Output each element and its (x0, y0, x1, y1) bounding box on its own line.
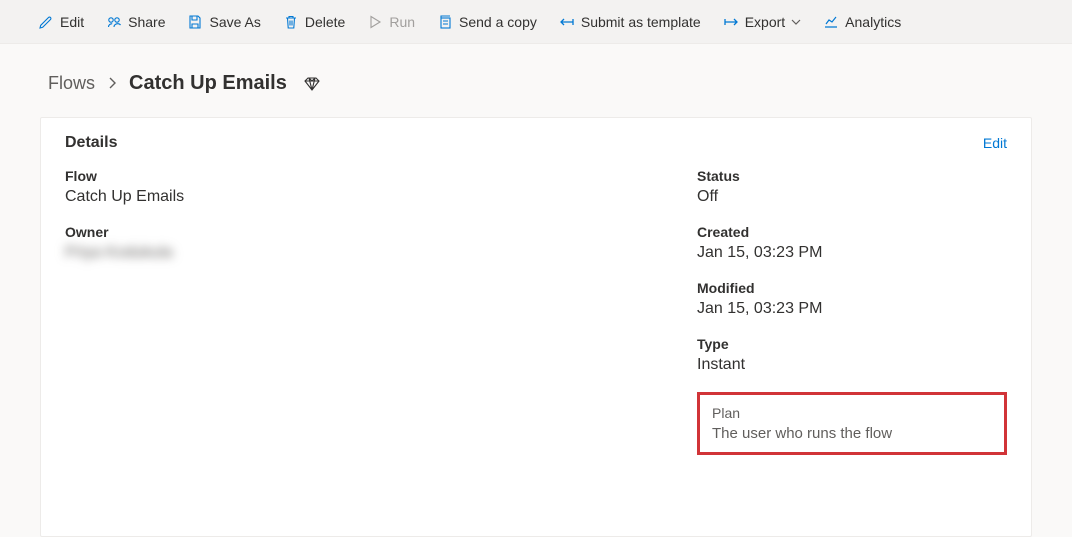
flow-value: Catch Up Emails (65, 188, 667, 206)
analytics-label: Analytics (845, 14, 901, 30)
run-label: Run (389, 14, 415, 30)
share-icon (106, 14, 122, 30)
toolbar: Edit Share Save As Delete Run Send a cop… (0, 0, 1072, 44)
details-edit-link[interactable]: Edit (983, 135, 1007, 151)
created-label: Created (697, 224, 1007, 240)
sendcopy-button[interactable]: Send a copy (429, 10, 545, 34)
copy-icon (437, 14, 453, 30)
details-right-column: Status Off Created Jan 15, 03:23 PM Modi… (697, 168, 1007, 455)
analytics-button[interactable]: Analytics (815, 10, 909, 34)
breadcrumb-current: Catch Up Emails (129, 72, 287, 95)
play-icon (367, 14, 383, 30)
saveas-label: Save As (209, 14, 260, 30)
status-label: Status (697, 168, 1007, 184)
field-owner: Owner Priya Kodukula (65, 224, 667, 262)
edit-label: Edit (60, 14, 84, 30)
owner-label: Owner (65, 224, 667, 240)
sendcopy-label: Send a copy (459, 14, 537, 30)
field-plan-highlighted: Plan The user who runs the flow (697, 392, 1007, 455)
breadcrumb: Flows Catch Up Emails (40, 68, 1032, 117)
premium-icon (303, 75, 321, 93)
modified-label: Modified (697, 280, 1007, 296)
share-label: Share (128, 14, 165, 30)
details-left-column: Flow Catch Up Emails Owner Priya Kodukul… (65, 168, 667, 455)
chevron-right-icon (107, 76, 117, 92)
export-icon (723, 14, 739, 30)
trash-icon (283, 14, 299, 30)
arrow-left-right-icon (559, 14, 575, 30)
breadcrumb-root[interactable]: Flows (48, 73, 95, 94)
plan-label: Plan (712, 405, 992, 421)
run-button: Run (359, 10, 423, 34)
export-label: Export (745, 14, 785, 30)
analytics-icon (823, 14, 839, 30)
type-value: Instant (697, 356, 1007, 374)
chevron-down-icon (791, 14, 801, 30)
delete-button[interactable]: Delete (275, 10, 353, 34)
share-button[interactable]: Share (98, 10, 173, 34)
plan-value: The user who runs the flow (712, 425, 992, 442)
details-card: Details Edit Flow Catch Up Emails Owner … (40, 117, 1032, 537)
field-modified: Modified Jan 15, 03:23 PM (697, 280, 1007, 318)
field-created: Created Jan 15, 03:23 PM (697, 224, 1007, 262)
delete-label: Delete (305, 14, 345, 30)
created-value: Jan 15, 03:23 PM (697, 244, 1007, 262)
field-type: Type Instant (697, 336, 1007, 374)
saveas-button[interactable]: Save As (179, 10, 268, 34)
owner-value: Priya Kodukula (65, 244, 667, 262)
card-title: Details (65, 134, 117, 152)
export-button[interactable]: Export (715, 10, 809, 34)
pencil-icon (38, 14, 54, 30)
edit-button[interactable]: Edit (30, 10, 92, 34)
status-value: Off (697, 188, 1007, 206)
submit-template-label: Submit as template (581, 14, 701, 30)
modified-value: Jan 15, 03:23 PM (697, 300, 1007, 318)
save-icon (187, 14, 203, 30)
type-label: Type (697, 336, 1007, 352)
field-flow: Flow Catch Up Emails (65, 168, 667, 206)
field-status: Status Off (697, 168, 1007, 206)
card-header: Details Edit (65, 134, 1007, 168)
submit-template-button[interactable]: Submit as template (551, 10, 709, 34)
details-grid: Flow Catch Up Emails Owner Priya Kodukul… (65, 168, 1007, 455)
content-area: Flows Catch Up Emails Details Edit Flow … (0, 44, 1072, 537)
flow-label: Flow (65, 168, 667, 184)
